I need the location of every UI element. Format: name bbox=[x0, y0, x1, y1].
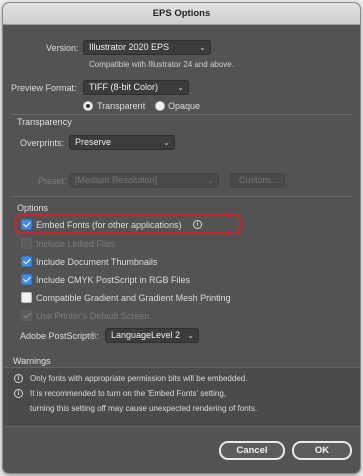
overprints-value: Preserve bbox=[75, 137, 112, 147]
warning-line: turning this setting off may cause unexp… bbox=[30, 404, 258, 413]
include-cmyk-checkbox[interactable] bbox=[21, 274, 32, 285]
warnings-section-title: Warnings bbox=[13, 356, 51, 366]
include-thumbnails-label: Include Document Thumbnails bbox=[36, 257, 158, 267]
transparent-radio[interactable] bbox=[83, 101, 93, 111]
custom-button[interactable]: Custom... bbox=[230, 173, 285, 188]
preview-format-label: Preview Format: bbox=[11, 83, 77, 93]
version-compat-note: Compatible with Illustrator 24 and above… bbox=[89, 60, 234, 69]
version-label: Version: bbox=[46, 43, 79, 53]
separator bbox=[11, 114, 352, 115]
eps-options-dialog: EPS Options Version: Illustrator 2020 EP… bbox=[3, 3, 360, 473]
preview-format-select[interactable]: TIFF (8-bit Color) ⌄ bbox=[83, 80, 189, 95]
include-cmyk-label: Include CMYK PostScript in RGB Files bbox=[36, 275, 191, 285]
chevron-down-icon: ⌄ bbox=[177, 83, 184, 92]
opaque-radio[interactable] bbox=[155, 101, 165, 111]
preset-value: [Medium Resolution] bbox=[75, 175, 158, 185]
version-select[interactable]: Illustrator 2020 EPS ⌄ bbox=[83, 40, 211, 55]
chevron-down-icon: ⌄ bbox=[199, 43, 206, 52]
warning-line: Only fonts with appropriate permission b… bbox=[30, 374, 248, 383]
transparent-radio-label: Transparent bbox=[97, 101, 146, 111]
compatible-gradient-label: Compatible Gradient and Gradient Mesh Pr… bbox=[36, 293, 231, 303]
postscript-value: LanguageLevel 2 bbox=[111, 330, 181, 340]
overprints-select[interactable]: Preserve ⌄ bbox=[69, 135, 175, 150]
include-thumbnails-checkbox[interactable] bbox=[21, 256, 32, 267]
postscript-label: Adobe PostScript®: bbox=[20, 331, 99, 341]
postscript-select[interactable]: LanguageLevel 2 ⌄ bbox=[105, 328, 199, 343]
version-value: Illustrator 2020 EPS bbox=[89, 42, 170, 52]
include-linked-files-checkbox[interactable] bbox=[21, 238, 32, 249]
preset-label: Preset: bbox=[38, 176, 67, 186]
embed-fonts-label: Embed Fonts (for other applications) bbox=[36, 220, 182, 230]
chevron-down-icon: ⌄ bbox=[207, 176, 214, 185]
options-section-title: Options bbox=[17, 203, 49, 213]
dialog-title: EPS Options bbox=[3, 3, 360, 25]
warnings-box: i Only fonts with appropriate permission… bbox=[3, 367, 360, 427]
ok-button[interactable]: OK bbox=[292, 441, 352, 460]
printer-default-screen-checkbox[interactable] bbox=[21, 310, 32, 321]
preset-select[interactable]: [Medium Resolution] ⌄ bbox=[69, 173, 219, 188]
preview-format-value: TIFF (8-bit Color) bbox=[89, 82, 159, 92]
include-linked-files-label: Include Linked Files bbox=[36, 239, 116, 249]
overprints-label: Overprints: bbox=[20, 138, 65, 148]
opaque-radio-label: Opaque bbox=[168, 101, 201, 111]
printer-default-screen-label: Use Printer's Default Screen bbox=[36, 311, 150, 321]
warning-info-icon: i bbox=[14, 374, 23, 383]
warning-line: It is recommended to turn on the 'Embed … bbox=[30, 389, 227, 398]
chevron-down-icon: ⌄ bbox=[187, 331, 194, 340]
info-icon[interactable]: i bbox=[193, 220, 202, 229]
separator bbox=[11, 196, 352, 197]
warning-info-icon: i bbox=[14, 389, 23, 398]
embed-fonts-checkbox[interactable] bbox=[21, 219, 32, 230]
cancel-button[interactable]: Cancel bbox=[219, 441, 285, 460]
transparency-section-title: Transparency bbox=[17, 117, 72, 127]
chevron-down-icon: ⌄ bbox=[163, 138, 170, 147]
compatible-gradient-checkbox[interactable] bbox=[21, 292, 32, 303]
